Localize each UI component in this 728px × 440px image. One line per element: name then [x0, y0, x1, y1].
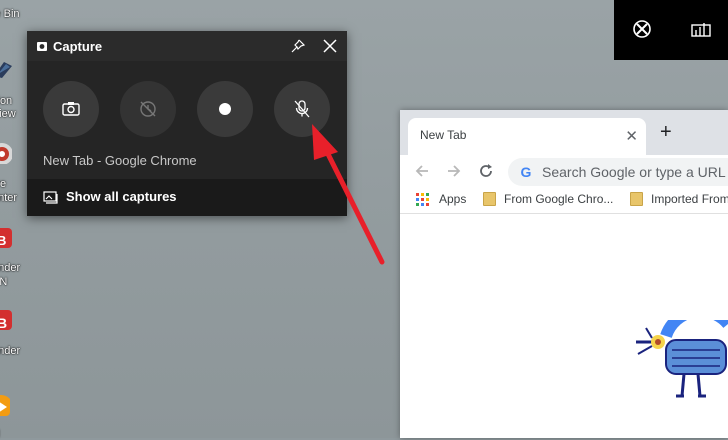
forward-arrow-icon	[448, 165, 461, 177]
screenshot-button[interactable]	[43, 81, 99, 137]
new-tab-button[interactable]: +	[660, 122, 672, 142]
record-last-30s-icon	[140, 101, 156, 117]
chrome-window: New Tab ✕ + G Search Google or type a UR…	[400, 110, 728, 438]
desktop-icon-label: PN	[0, 276, 8, 288]
camera-icon	[62, 102, 80, 116]
performance-widget-icon	[691, 23, 711, 37]
bookmark-label: Imported From	[651, 192, 728, 206]
new-tab-page	[400, 214, 728, 438]
chrome-tabstrip: New Tab ✕ +	[400, 110, 728, 155]
capture-source-label: New Tab - Google Chrome	[43, 153, 197, 168]
gallery-icon	[43, 191, 58, 204]
desktop-icon-label: sion	[0, 95, 13, 107]
apps-grid-icon	[416, 192, 429, 206]
bookmark-label: Apps	[439, 192, 467, 206]
desktop-icon-label: enter	[0, 192, 18, 204]
svg-text:B: B	[0, 233, 6, 248]
google-doodle-image	[636, 320, 728, 398]
show-all-captures-label: Show all captures	[66, 189, 177, 204]
gamebar-top-strip	[614, 0, 728, 60]
desktop-icon-label: le Bin	[0, 8, 20, 20]
bookmark-folder-from-google-chrome[interactable]: From Google Chro...	[483, 192, 613, 206]
back-arrow-icon	[415, 165, 428, 177]
record-last-30s-button[interactable]	[120, 81, 176, 137]
omnibox[interactable]: G Search Google or type a URL	[508, 158, 728, 186]
xbox-button[interactable]	[629, 16, 655, 42]
bitdefender-vpn-icon: B	[0, 228, 12, 248]
folder-icon	[630, 192, 643, 206]
capture-body: New Tab - Google Chrome	[27, 61, 347, 179]
microphone-toggle-button[interactable]	[274, 81, 330, 137]
capture-title: Capture	[53, 39, 103, 54]
tab-close-icon[interactable]: ✕	[625, 127, 638, 145]
drive-center-icon	[0, 143, 12, 164]
bitdefender-icon: B	[0, 310, 12, 330]
capture-widget: Capture New Tab - Google Chrome Show all…	[27, 31, 347, 216]
record-dot-icon	[219, 103, 231, 115]
back-button[interactable]	[412, 161, 432, 181]
reload-icon	[480, 164, 492, 177]
close-icon[interactable]	[322, 38, 338, 54]
capture-header: Capture	[27, 31, 347, 61]
folder-icon	[483, 192, 496, 206]
media-player-icon	[0, 395, 10, 416]
svg-text:B: B	[0, 315, 7, 330]
forward-button[interactable]	[444, 161, 464, 181]
mic-off-icon	[294, 100, 310, 118]
omnibox-placeholder: Search Google or type a URL	[542, 164, 726, 180]
desktop-icon-label: View	[0, 108, 16, 120]
desktop-icon-label: ender	[0, 262, 21, 274]
bookmark-label: From Google Chro...	[504, 192, 614, 206]
bookmark-apps[interactable]: Apps	[416, 192, 466, 206]
tab-new-tab[interactable]: New Tab ✕	[408, 118, 646, 155]
capture-camera-icon	[37, 42, 47, 51]
xbox-icon	[633, 20, 651, 38]
show-all-captures-button[interactable]: Show all captures	[27, 179, 347, 216]
tab-title: New Tab	[420, 128, 467, 142]
desktop-icon-label: ender	[0, 345, 21, 357]
google-g-icon: G	[520, 164, 532, 180]
reload-button[interactable]	[476, 161, 496, 181]
app-icon	[0, 62, 12, 78]
bookmarks-bar: Apps From Google Chro... Imported From	[400, 187, 728, 214]
desktop-icon-label: ive	[0, 178, 7, 190]
start-recording-button[interactable]	[197, 81, 253, 137]
performance-widget-button[interactable]	[688, 16, 714, 42]
chrome-toolbar: G Search Google or type a URL	[400, 155, 728, 187]
pin-icon[interactable]	[290, 38, 306, 54]
bookmark-folder-imported[interactable]: Imported From	[630, 192, 728, 206]
